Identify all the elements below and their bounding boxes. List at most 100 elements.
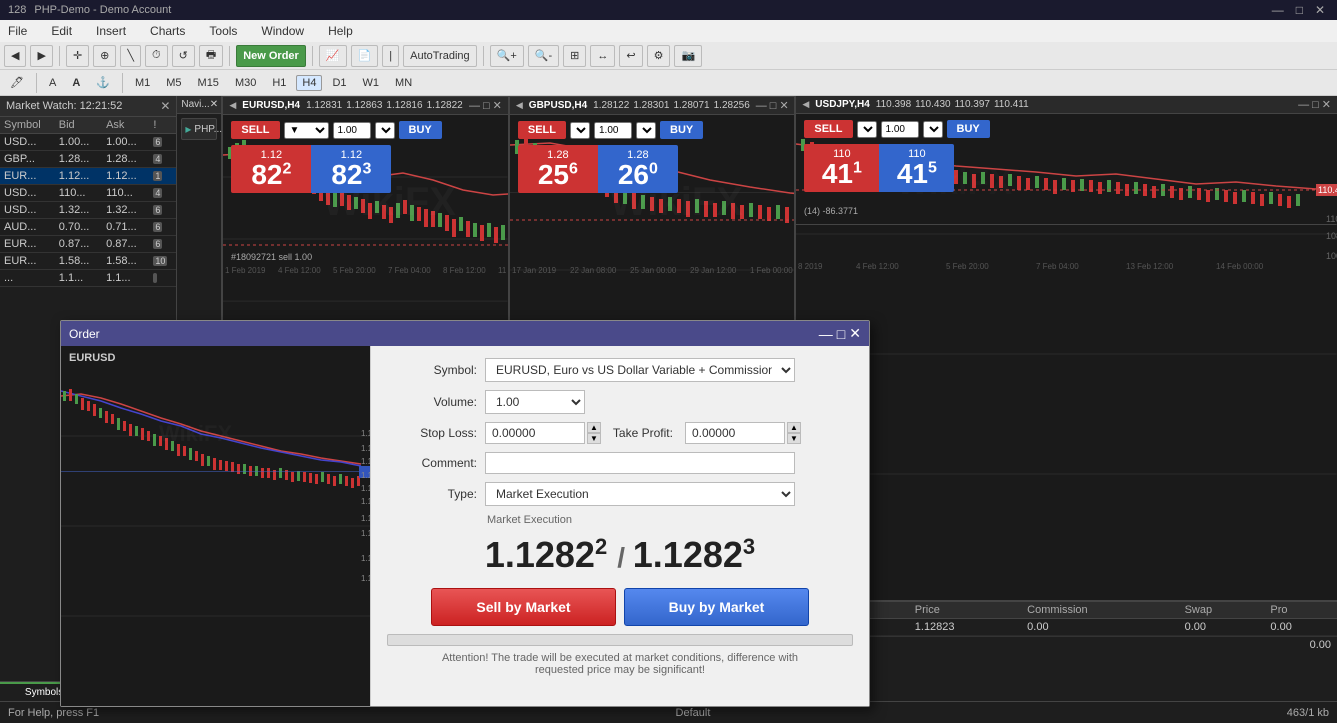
tf-m30[interactable]: M30	[229, 75, 262, 91]
gbpusd-sell-dropdown[interactable]: ▼	[570, 122, 590, 139]
market-watch-row[interactable]: EUR... 1.12... 1.12... 1	[0, 168, 176, 185]
refresh-btn[interactable]: ↺	[172, 45, 195, 67]
menu-help[interactable]: Help	[324, 22, 357, 40]
comment-input[interactable]	[485, 452, 795, 474]
menu-edit[interactable]: Edit	[47, 22, 76, 40]
tf-w1[interactable]: W1	[357, 75, 386, 91]
market-watch-row[interactable]: EUR... 1.58... 1.58... 10	[0, 253, 176, 270]
menu-window[interactable]: Window	[257, 22, 308, 40]
zoom-in-btn[interactable]: 🔍+	[490, 45, 524, 67]
market-watch-row[interactable]: USD... 110... 110... 4	[0, 185, 176, 202]
usdjpy-minimize[interactable]: —	[1298, 98, 1309, 111]
auto-trading-btn[interactable]: AutoTrading	[403, 45, 477, 67]
market-watch-row[interactable]: EUR... 0.87... 0.87... 6	[0, 236, 176, 253]
close-btn[interactable]: ✕	[1311, 3, 1329, 17]
eurusd-restore[interactable]: □	[483, 99, 490, 112]
zoom-out-btn[interactable]: 🔍-	[528, 45, 559, 67]
usdjpy-buy-price[interactable]: 110 415	[879, 144, 954, 192]
tf-m1[interactable]: M1	[129, 75, 156, 91]
maximize-btn[interactable]: □	[1292, 3, 1307, 17]
eurusd-volume-input[interactable]	[333, 122, 371, 139]
tf-m15[interactable]: M15	[192, 75, 225, 91]
zoom-btn[interactable]: ⊕	[93, 45, 116, 67]
order-dialog-title-bar[interactable]: Order — □ ✕	[61, 321, 869, 346]
usdjpy-buy-btn[interactable]: BUY	[947, 120, 990, 138]
indicator-btn[interactable]: 📈	[319, 45, 347, 67]
eurusd-sell-price[interactable]: 1.12 822	[231, 145, 311, 193]
eurusd-minimize[interactable]: —	[469, 99, 480, 112]
period-sep-btn[interactable]: |	[382, 45, 399, 67]
market-watch-row[interactable]: USD... 1.00... 1.00... 6	[0, 134, 176, 151]
symbol-select[interactable]: EURUSD, Euro vs US Dollar Variable + Com…	[485, 358, 795, 382]
usdjpy-sell-price[interactable]: 110 411	[804, 144, 879, 192]
crosshair-btn[interactable]: ✛	[66, 45, 89, 67]
gbpusd-vol-dropdown[interactable]: ▼	[636, 122, 656, 139]
tf-h1[interactable]: H1	[266, 75, 292, 91]
tf-input-btn[interactable]: 🖊	[4, 74, 30, 91]
print-btn[interactable]: 🖶	[199, 45, 223, 67]
sell-market-btn[interactable]: Sell by Market	[431, 588, 616, 626]
navigator-close[interactable]: ✕	[210, 99, 218, 110]
nav-item-phpd[interactable]: ▸PHP...	[181, 118, 217, 140]
eurusd-sell-dropdown[interactable]: ▼	[284, 122, 329, 139]
back-btn[interactable]: ◀	[4, 45, 26, 67]
menu-charts[interactable]: Charts	[146, 22, 189, 40]
buy-market-btn[interactable]: Buy by Market	[624, 588, 809, 626]
scroll-btn[interactable]: ↔	[590, 45, 615, 67]
sl-up-btn[interactable]: ▲	[587, 422, 601, 433]
tp-down-btn[interactable]: ▼	[787, 433, 801, 444]
usdjpy-vol-dropdown[interactable]: ▼	[923, 121, 943, 138]
market-watch-row[interactable]: AUD... 0.70... 0.71... 6	[0, 219, 176, 236]
text-btn[interactable]: A	[43, 75, 62, 91]
gbpusd-sell-btn[interactable]: SELL	[518, 121, 566, 139]
usdjpy-sell-btn[interactable]: SELL	[804, 120, 852, 138]
tp-input[interactable]	[685, 422, 785, 444]
period-btn[interactable]: ⏱	[145, 45, 168, 67]
minimize-btn[interactable]: —	[1268, 3, 1288, 17]
market-watch-row[interactable]: GBP... 1.28... 1.28... 4	[0, 151, 176, 168]
fit-btn[interactable]: ⊞	[563, 45, 586, 67]
gbpusd-sell-price[interactable]: 1.28 256	[518, 145, 598, 193]
tp-up-btn[interactable]: ▲	[787, 422, 801, 433]
gbpusd-buy-btn[interactable]: BUY	[660, 121, 703, 139]
gbpusd-restore[interactable]: □	[770, 99, 777, 112]
order-dialog[interactable]: Order — □ ✕ EURUSD	[60, 320, 870, 707]
forward-btn[interactable]: ▶	[30, 45, 52, 67]
menu-tools[interactable]: Tools	[205, 22, 241, 40]
menu-file[interactable]: File	[4, 22, 31, 40]
usdjpy-close[interactable]: ✕	[1322, 98, 1331, 111]
menu-insert[interactable]: Insert	[92, 22, 130, 40]
template-btn[interactable]: 📄	[351, 45, 379, 67]
dialog-min-btn[interactable]: —	[819, 325, 833, 342]
gbpusd-buy-price[interactable]: 1.28 260	[598, 145, 678, 193]
gbpusd-volume-input[interactable]	[594, 122, 632, 139]
usdjpy-restore[interactable]: □	[1312, 98, 1319, 111]
screenshot-btn[interactable]: 📷	[674, 45, 702, 67]
sl-input[interactable]	[485, 422, 585, 444]
eurusd-buy-btn[interactable]: BUY	[399, 121, 442, 139]
eurusd-close[interactable]: ✕	[493, 99, 502, 112]
market-watch-row[interactable]: USD... 1.32... 1.32... 6	[0, 202, 176, 219]
tf-mn[interactable]: MN	[389, 75, 418, 91]
market-watch-close[interactable]: ✕	[160, 99, 170, 113]
tf-m5[interactable]: M5	[160, 75, 187, 91]
tf-h4[interactable]: H4	[296, 75, 322, 91]
eurusd-buy-price[interactable]: 1.12 823	[311, 145, 391, 193]
bold-btn[interactable]: A	[66, 75, 86, 91]
tf-d1[interactable]: D1	[326, 75, 352, 91]
anchor-btn[interactable]: ⚓	[90, 74, 116, 91]
auto-scroll-btn[interactable]: ↩	[619, 45, 642, 67]
usdjpy-sell-dropdown[interactable]: ▼	[857, 121, 877, 138]
line-btn[interactable]: ╲	[120, 45, 141, 67]
market-watch-row[interactable]: ... 1.1... 1.1...	[0, 270, 176, 287]
eurusd-sell-btn[interactable]: SELL	[231, 121, 279, 139]
dialog-close-btn[interactable]: ✕	[849, 325, 861, 342]
dialog-max-btn[interactable]: □	[837, 325, 845, 342]
gbpusd-close[interactable]: ✕	[779, 99, 788, 112]
eurusd-vol-dropdown[interactable]: ▼	[375, 122, 395, 139]
usdjpy-volume-input[interactable]	[881, 121, 919, 138]
gbpusd-minimize[interactable]: —	[756, 99, 767, 112]
volume-select[interactable]: 1.00 0.50 2.00	[485, 390, 585, 414]
sl-down-btn[interactable]: ▼	[587, 433, 601, 444]
settings-btn[interactable]: ⚙	[647, 45, 671, 67]
